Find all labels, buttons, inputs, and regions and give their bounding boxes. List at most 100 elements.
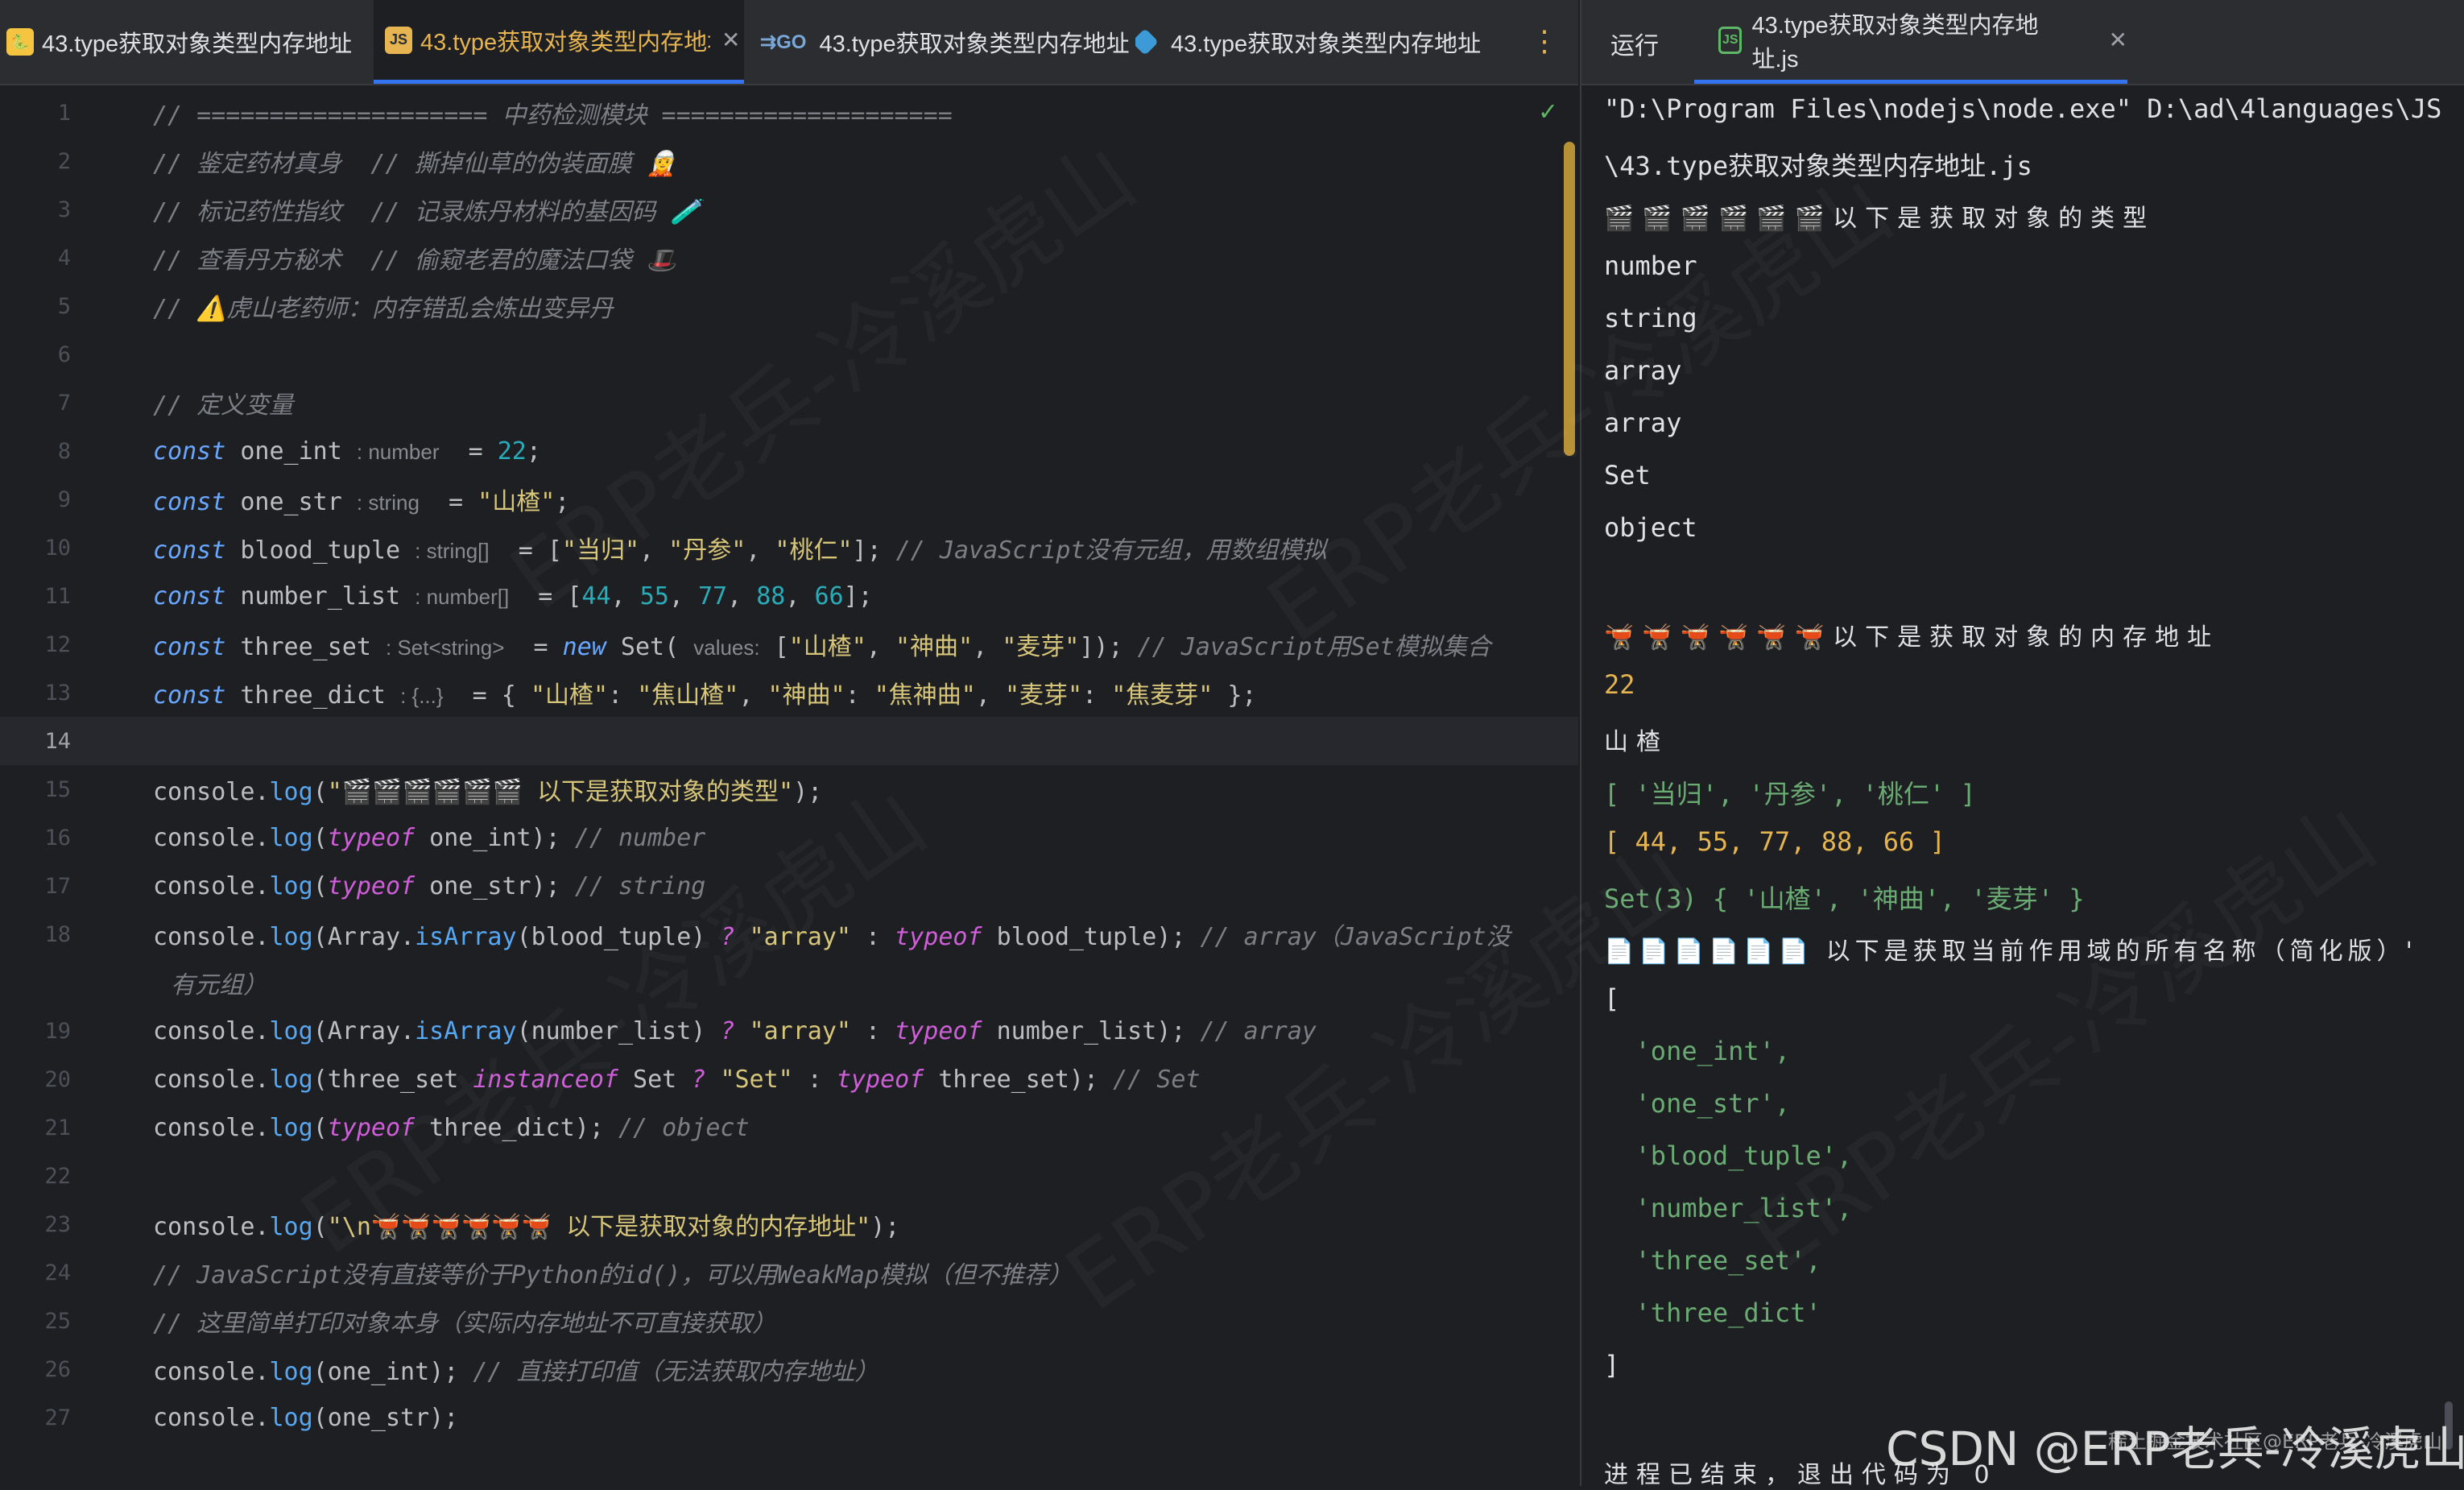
close-icon[interactable]: ✕ xyxy=(721,27,740,53)
tab-label: 43.type获取对象类型内存地址 xyxy=(1171,31,1482,57)
code-text: const one_str : string = "山楂"; xyxy=(153,488,570,516)
line-number: 1 xyxy=(57,100,71,126)
output-line: [ '当归', '丹参', '桃仁' ] xyxy=(1604,779,1976,809)
code-line: 7 // 定义变量 xyxy=(0,379,1578,427)
line-number: 4 xyxy=(57,245,71,271)
code-line: 17 console.log(typeof one_str); // strin… xyxy=(0,862,1578,910)
line-number: 16 xyxy=(44,825,71,851)
type-hint: : string[] xyxy=(415,539,490,563)
type-hint: : {...} xyxy=(400,684,444,708)
output-line: number xyxy=(1604,250,1697,281)
line-number: 8 xyxy=(57,438,71,464)
code-line: 9 const one_str : string = "山楂"; xyxy=(0,475,1578,524)
line-number: 27 xyxy=(44,1405,71,1430)
output-line: 'three_set', xyxy=(1604,1245,1821,1276)
js-file-icon: JS xyxy=(385,26,412,54)
run-panel-title: 运行 xyxy=(1610,33,1659,60)
code-text: console.log(typeof three_dict); // objec… xyxy=(153,1113,750,1142)
tab-label: 43.type获取对象类型内存地址 xyxy=(42,31,353,57)
close-icon[interactable]: ✕ xyxy=(2109,27,2127,53)
line-number: 24 xyxy=(44,1260,71,1285)
code-text: console.log(typeof one_int); // number xyxy=(153,823,706,852)
type-hint: : number[] xyxy=(415,584,510,609)
code-line: 15 console.log("🎬🎬🎬🎬🎬🎬 以下是获取对象的类型"); xyxy=(0,765,1578,813)
editor-tab-python[interactable]: 🐍 43.type获取对象类型内存地址 xyxy=(6,0,370,84)
code-text: // 查看丹方秘术 // 偷窥老君的魔法口袋 🎩 xyxy=(153,246,676,275)
code-line: 23 console.log("\n🫕🫕🫕🫕🫕🫕 以下是获取对象的内存地址"); xyxy=(0,1200,1578,1248)
nodejs-file-icon: JS xyxy=(1718,26,1743,54)
code-line: 8 const one_int : number = 22; xyxy=(0,427,1578,475)
code-line: 12 const three_set : Set<string> = new S… xyxy=(0,620,1578,668)
editor-tab-other[interactable]: 43.type获取对象类型内存地址 xyxy=(1135,0,1498,84)
line-number: 5 xyxy=(57,293,71,319)
go-file-icon: ⇉GO xyxy=(760,31,807,53)
run-panel[interactable]: 运行 JS 43.type获取对象类型内存地址.js ✕ "D:\Program… xyxy=(1580,0,2464,1489)
output-line: [ xyxy=(1604,983,1620,1014)
line-number: 6 xyxy=(57,341,71,367)
line-number: 15 xyxy=(44,776,71,802)
code-editor[interactable]: 🐍 43.type获取对象类型内存地址 JS 43.type获取对象类型内存地址… xyxy=(0,0,1578,1486)
code-line: 3 // 标记药性指纹 // 记录炼丹材料的基因码 🧪 xyxy=(0,185,1578,234)
output-line: string xyxy=(1604,303,1697,333)
cube-file-icon xyxy=(1135,28,1159,56)
code-text: console.log(one_str); xyxy=(153,1403,459,1432)
code-text: // ⚠️虎山老药师：内存错乱会炼出变异丹 xyxy=(153,295,614,323)
type-hint: : number xyxy=(356,439,440,464)
output-line: object xyxy=(1604,512,1697,543)
output-line: array xyxy=(1604,408,1682,438)
code-line: 22 xyxy=(0,1152,1578,1200)
type-hint: : Set<string> xyxy=(386,635,505,660)
code-line: 20 console.log(three_set instanceof Set … xyxy=(0,1055,1578,1103)
code-text: // 标记药性指纹 // 记录炼丹材料的基因码 🧪 xyxy=(153,198,701,226)
line-number: 20 xyxy=(44,1066,71,1092)
code-text: console.log(Array.isArray(number_list) ?… xyxy=(153,1016,1317,1045)
run-panel-header: 运行 JS 43.type获取对象类型内存地址.js ✕ xyxy=(1581,0,2464,85)
output-line: 山楂 xyxy=(1604,728,1668,756)
code-line: 10 const blood_tuple : string[] = ["当归",… xyxy=(0,524,1578,572)
more-tabs-icon[interactable]: ⋮ xyxy=(1530,24,1559,58)
line-number: 3 xyxy=(57,197,71,222)
code-text: // JavaScript没有直接等价于Python的id()，可以用WeakM… xyxy=(153,1261,1073,1289)
line-number: 17 xyxy=(44,873,71,899)
code-text: console.log(typeof one_str); // string xyxy=(153,871,706,900)
code-line: 26 console.log(one_int); // 直接打印值（无法获取内存… xyxy=(0,1345,1578,1393)
output-line: 🎬🎬🎬🎬🎬🎬以下是获取对象的类型 xyxy=(1604,205,2156,233)
output-line: 'number_list', xyxy=(1604,1193,1853,1223)
output-line: 'blood_tuple', xyxy=(1604,1140,1853,1171)
code-line: 13 const three_dict : {...} = { "山楂": "焦… xyxy=(0,668,1578,717)
code-text: // 这里简单打印对象本身（实际内存地址不可直接获取） xyxy=(153,1310,777,1338)
code-line: 11 const number_list : number[] = [44, 5… xyxy=(0,572,1578,620)
run-config-tab[interactable]: JS 43.type获取对象类型内存地址.js ✕ xyxy=(1694,0,2127,84)
line-number: 10 xyxy=(44,535,71,561)
code-text: const three_set : Set<string> = new Set(… xyxy=(153,633,1491,661)
line-number: 25 xyxy=(44,1308,71,1334)
output-line: [ 44, 55, 77, 88, 66 ] xyxy=(1604,826,1945,857)
output-line: Set xyxy=(1604,460,1651,490)
code-line: 4 // 查看丹方秘术 // 偷窥老君的魔法口袋 🎩 xyxy=(0,234,1578,282)
line-number: 18 xyxy=(44,921,71,947)
code-line: 1 // ==================== 中药检测模块 =======… xyxy=(0,89,1578,137)
output-line: Set(3) { '山楂', '神曲', '麦芽' } xyxy=(1604,884,2085,914)
line-number: 9 xyxy=(57,486,71,512)
code-text: const one_int : number = 22; xyxy=(153,437,541,466)
line-number: 22 xyxy=(44,1163,71,1189)
code-line-current[interactable]: 14 xyxy=(0,717,1578,765)
output-line: 22 xyxy=(1604,669,1635,700)
code-line: 2 // 鉴定药材真身 // 撕掉仙草的伪装面膜 🧝 xyxy=(0,137,1578,185)
output-line: 🫕🫕🫕🫕🫕🫕以下是获取对象的内存地址 xyxy=(1604,623,2220,652)
python-file-icon: 🐍 xyxy=(6,28,34,56)
line-number: 12 xyxy=(44,631,71,657)
editor-tab-js[interactable]: JS 43.type获取对象类型内存地址 ✕ xyxy=(374,0,744,84)
code-line: 24 // JavaScript没有直接等价于Python的id()，可以用We… xyxy=(0,1248,1578,1297)
output-line: 'three_dict' xyxy=(1604,1298,1821,1328)
code-line: 25 // 这里简单打印对象本身（实际内存地址不可直接获取） xyxy=(0,1297,1578,1345)
code-line-wrap: 有元组） xyxy=(0,958,1578,1007)
output-line: array xyxy=(1604,355,1682,386)
code-text: console.log("🎬🎬🎬🎬🎬🎬 以下是获取对象的类型"); xyxy=(153,778,823,806)
code-text: const blood_tuple : string[] = ["当归", "丹… xyxy=(153,536,1327,565)
line-number: 21 xyxy=(44,1115,71,1140)
tab-label: 43.type获取对象类型内存地址 xyxy=(819,31,1130,57)
line-number: 7 xyxy=(57,390,71,416)
output-line: 'one_str', xyxy=(1604,1088,1791,1119)
editor-tab-go[interactable]: ⇉GO 43.type获取对象类型内存地址 xyxy=(760,0,1131,84)
